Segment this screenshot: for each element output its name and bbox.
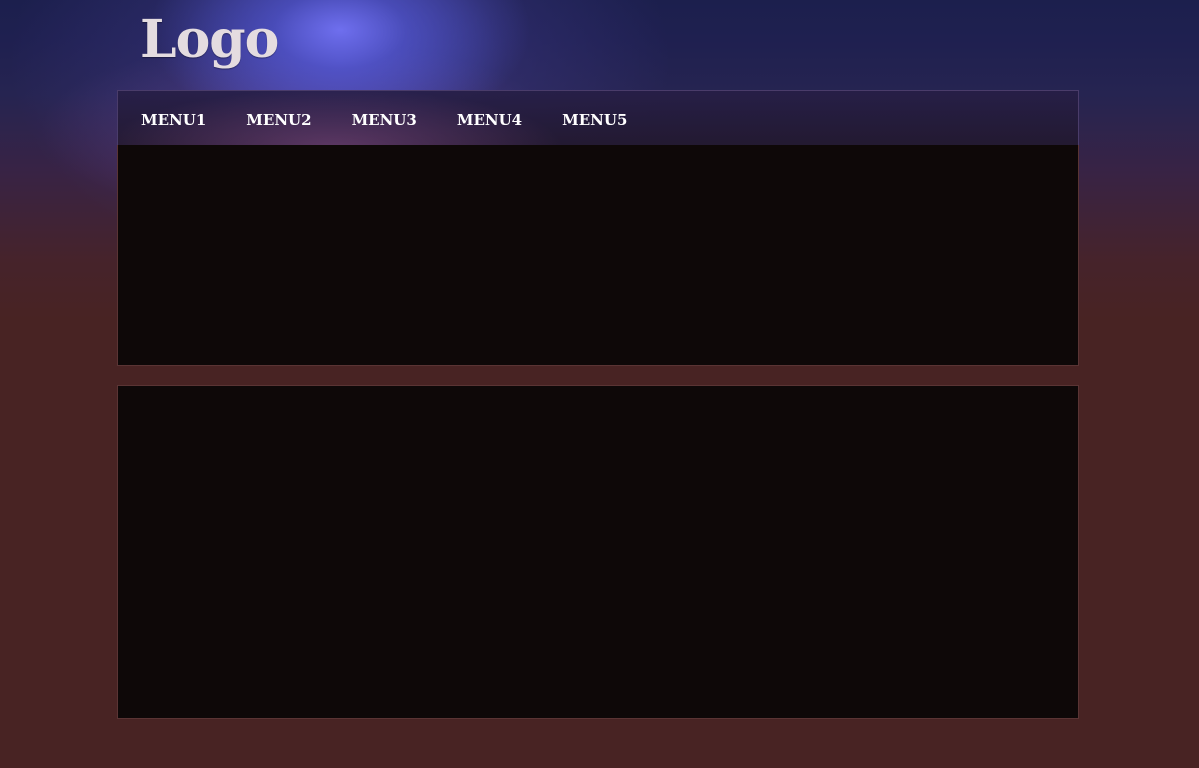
- nav-item-menu1[interactable]: MENU1: [141, 108, 206, 129]
- main-content-panel: [117, 385, 1079, 719]
- nav-item-menu4[interactable]: MENU4: [457, 108, 522, 129]
- nav-item-menu2[interactable]: MENU2: [246, 108, 311, 129]
- nav-menu-list: MENU1 MENU2 MENU3 MENU4 MENU5: [118, 91, 1078, 145]
- nav-item-menu5[interactable]: MENU5: [562, 108, 627, 129]
- top-content-panel: [117, 145, 1079, 366]
- nav-item-menu3[interactable]: MENU3: [352, 108, 417, 129]
- main-navigation: MENU1 MENU2 MENU3 MENU4 MENU5: [117, 90, 1079, 146]
- site-logo[interactable]: Logo: [140, 6, 279, 74]
